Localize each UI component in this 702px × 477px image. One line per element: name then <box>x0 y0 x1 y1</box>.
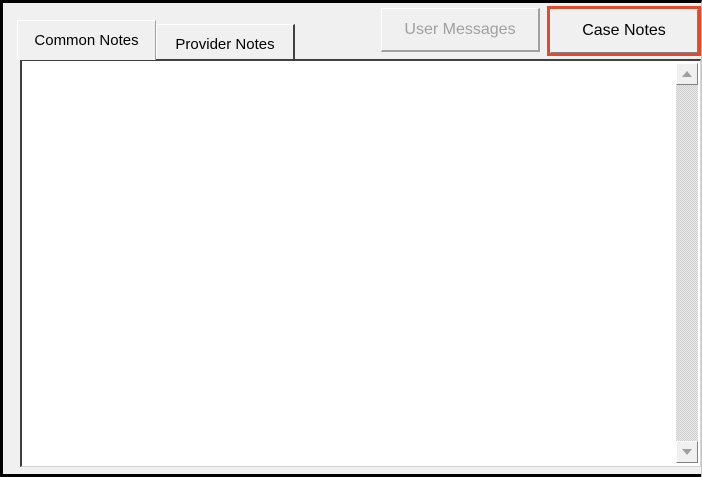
vertical-scrollbar[interactable] <box>676 63 698 463</box>
notes-textarea[interactable] <box>20 59 701 467</box>
tab-provider-notes-label: Provider Notes <box>175 36 275 53</box>
case-notes-button-face: Case Notes <box>550 9 698 53</box>
scroll-up-button[interactable] <box>676 63 698 85</box>
scroll-up-arrow-icon <box>682 71 692 77</box>
user-messages-button[interactable]: User Messages <box>381 8 540 52</box>
case-notes-button[interactable]: Case Notes <box>547 6 701 56</box>
user-messages-label: User Messages <box>404 20 516 38</box>
tab-provider-notes[interactable]: Provider Notes <box>156 24 295 62</box>
scroll-down-button[interactable] <box>676 441 698 463</box>
tab-common-notes-label: Common Notes <box>34 32 139 49</box>
scroll-down-arrow-icon <box>682 449 692 455</box>
tab-common-notes[interactable]: Common Notes <box>17 20 156 60</box>
case-notes-label: Case Notes <box>582 22 666 39</box>
notes-text[interactable] <box>24 63 672 464</box>
